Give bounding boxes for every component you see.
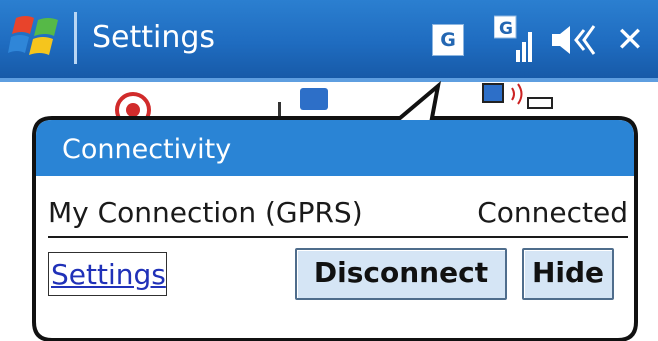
settings-link[interactable]: Settings <box>48 252 167 296</box>
connection-name: My Connection (GPRS) <box>48 196 363 229</box>
connection-row: My Connection (GPRS) Connected <box>48 192 628 236</box>
connection-status: Connected <box>477 196 628 229</box>
hide-button[interactable]: Hide <box>522 248 614 300</box>
disconnect-button[interactable]: Disconnect <box>295 248 507 300</box>
popup-header: Connectivity <box>48 122 632 174</box>
connection-divider <box>48 236 628 238</box>
popup-title: Connectivity <box>62 134 232 165</box>
